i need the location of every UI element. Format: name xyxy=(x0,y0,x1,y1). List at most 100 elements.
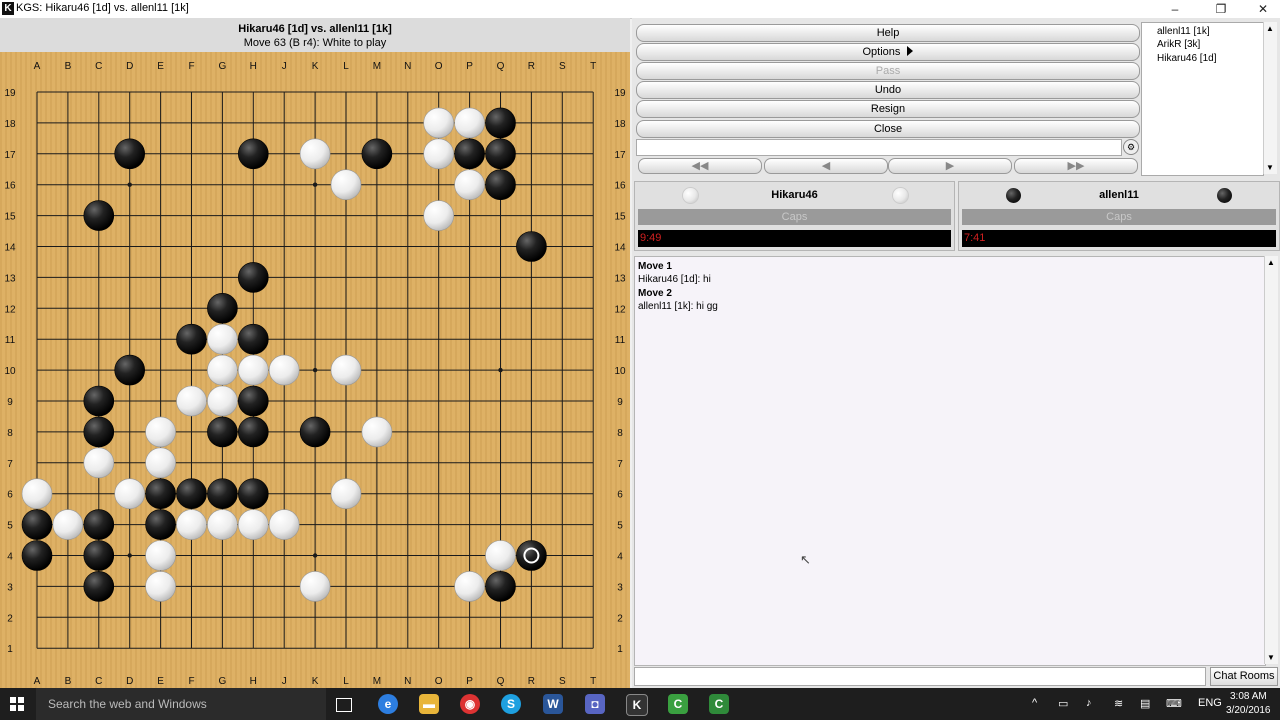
user-list-item[interactable]: allenl11 [1k] xyxy=(1157,26,1210,37)
skype-icon[interactable]: S xyxy=(501,694,521,714)
scroll-up-icon[interactable]: ▲ xyxy=(1267,258,1275,267)
black-stone xyxy=(207,292,238,324)
board-coordinate-number: 2 xyxy=(617,613,623,624)
chat-message: Hikaru46 [1d]: hi xyxy=(638,274,711,285)
help-button[interactable]: Help xyxy=(636,24,1140,42)
black-stone xyxy=(176,323,207,355)
chrome-icon[interactable]: ◉ xyxy=(460,694,480,714)
tray-volume-icon[interactable]: ♪ xyxy=(1086,697,1092,709)
undo-button[interactable]: Undo xyxy=(636,81,1140,99)
board-coordinate-letter: G xyxy=(219,676,227,687)
nav-back-button[interactable]: ◀ xyxy=(764,158,888,174)
message-input[interactable] xyxy=(636,139,1122,156)
chat-app-icon[interactable]: ◘ xyxy=(585,694,605,714)
black-stone xyxy=(145,478,176,510)
black-stone xyxy=(83,540,115,571)
pass-button[interactable]: Pass xyxy=(636,62,1140,80)
windows-start-icon[interactable] xyxy=(10,697,24,711)
nav-last-button[interactable]: ▶▶ xyxy=(1014,158,1138,174)
white-stone-icon xyxy=(893,188,908,203)
black-stone xyxy=(238,385,269,417)
board-coordinate-number: 1 xyxy=(7,644,13,655)
browser-app-icon[interactable]: e xyxy=(378,694,398,714)
black-stone xyxy=(485,169,516,200)
taskbar-time[interactable]: 3:08 AM xyxy=(1230,691,1267,702)
nav-forward-button[interactable]: ▶ xyxy=(888,158,1012,174)
board-coordinate-number: 17 xyxy=(4,150,16,161)
white-stone xyxy=(330,169,362,200)
close-window-button[interactable]: ✕ xyxy=(1240,0,1280,18)
board-coordinate-number: 15 xyxy=(4,212,16,223)
black-stone xyxy=(207,416,238,448)
board-coordinate-number: 11 xyxy=(5,335,16,346)
board-coordinate-number: 19 xyxy=(614,88,626,99)
user-list[interactable]: allenl11 [1k] ArikR [3k] Hikaru46 [1d] xyxy=(1141,22,1264,176)
language-indicator[interactable]: ENG xyxy=(1198,697,1222,709)
close-game-button[interactable]: Close xyxy=(636,120,1140,138)
kgs-taskbar-icon[interactable]: K xyxy=(626,694,648,716)
white-stone xyxy=(238,509,269,540)
board-coordinate-letter: C xyxy=(95,676,102,687)
star-point xyxy=(312,553,318,558)
board-coordinate-letter: A xyxy=(34,676,41,687)
black-stone xyxy=(485,571,516,602)
white-stone xyxy=(145,571,176,602)
camtasia-recorder-icon[interactable]: C xyxy=(709,694,729,714)
black-stone xyxy=(83,385,115,417)
go-board-grid[interactable]: AABBCCDDEEFFGGHHJJKKLLMMNNOOPPQQRRSSTT19… xyxy=(0,52,630,688)
scroll-down-icon[interactable]: ▼ xyxy=(1267,653,1275,662)
user-list-item[interactable]: Hikaru46 [1d] xyxy=(1157,53,1216,64)
user-list-scrollbar[interactable]: ▲ ▼ xyxy=(1263,22,1277,174)
maximize-button[interactable]: ❐ xyxy=(1198,0,1244,18)
chat-rooms-button[interactable]: Chat Rooms xyxy=(1210,667,1278,686)
taskbar-date[interactable]: 3/20/2016 xyxy=(1226,705,1271,716)
black-stone xyxy=(238,323,269,355)
board-coordinate-letter: A xyxy=(34,61,41,72)
board-coordinate-letter: N xyxy=(404,676,411,687)
board-coordinate-letter: F xyxy=(188,676,194,687)
scroll-down-icon[interactable]: ▼ xyxy=(1266,163,1274,172)
task-view-icon[interactable] xyxy=(336,698,352,712)
options-button[interactable]: Options xyxy=(636,43,1140,61)
tray-chevron-up-icon[interactable]: ^ xyxy=(1032,697,1037,709)
tray-network-icon[interactable]: ≋ xyxy=(1114,697,1123,710)
chat-scrollbar[interactable]: ▲ ▼ xyxy=(1264,256,1278,664)
word-icon[interactable]: W xyxy=(543,694,563,714)
black-stone xyxy=(83,200,115,231)
white-stone xyxy=(454,571,485,602)
go-board[interactable]: A A B B C C D D E E F F G G H H J J K K L L M M N N O O P P Q Q R R S S T T 19… xyxy=(0,52,630,688)
board-coordinate-letter: Q xyxy=(497,61,505,72)
star-point xyxy=(127,182,132,187)
tray-notifications-icon[interactable]: ▤ xyxy=(1140,697,1150,710)
star-point xyxy=(498,367,503,373)
white-stone xyxy=(268,509,300,540)
white-stone xyxy=(176,509,207,540)
chat-log[interactable]: Move 1 Hikaru46 [1d]: hi Move 2 allenl11… xyxy=(634,256,1266,666)
white-stone xyxy=(83,447,115,479)
board-header: Hikaru46 [1d] vs. allenl11 [1k] Move 63 … xyxy=(0,18,630,53)
scroll-up-icon[interactable]: ▲ xyxy=(1266,24,1274,33)
board-coordinate-number: 5 xyxy=(7,521,13,532)
file-explorer-icon[interactable]: ▬ xyxy=(419,694,439,714)
white-stone xyxy=(454,107,485,139)
white-stone xyxy=(361,416,393,448)
windows-taskbar: Search the web and Windows e ▬ ◉ S W ◘ K… xyxy=(0,688,1280,720)
tray-keyboard-icon[interactable]: ⌨ xyxy=(1166,697,1182,710)
black-stone xyxy=(145,509,176,540)
minimize-button[interactable]: – xyxy=(1152,0,1198,18)
chat-input[interactable] xyxy=(634,667,1206,686)
board-coordinate-letter: M xyxy=(373,676,381,687)
user-list-item[interactable]: ArikR [3k] xyxy=(1157,39,1200,50)
white-stone xyxy=(238,354,269,386)
nav-first-button[interactable]: ◀◀ xyxy=(638,158,762,174)
game-status: Move 63 (B r4): White to play xyxy=(243,37,387,49)
resign-button[interactable]: Resign xyxy=(636,100,1140,118)
tray-battery-icon[interactable]: ▭ xyxy=(1058,697,1068,710)
gear-icon[interactable]: ⚙ xyxy=(1123,139,1139,155)
white-stone xyxy=(114,478,145,510)
board-coordinate-letter: D xyxy=(126,676,133,687)
camtasia-icon[interactable]: C xyxy=(668,694,688,714)
black-stone xyxy=(238,416,269,448)
taskbar-search-box[interactable]: Search the web and Windows xyxy=(36,688,326,720)
white-stone xyxy=(207,509,238,540)
